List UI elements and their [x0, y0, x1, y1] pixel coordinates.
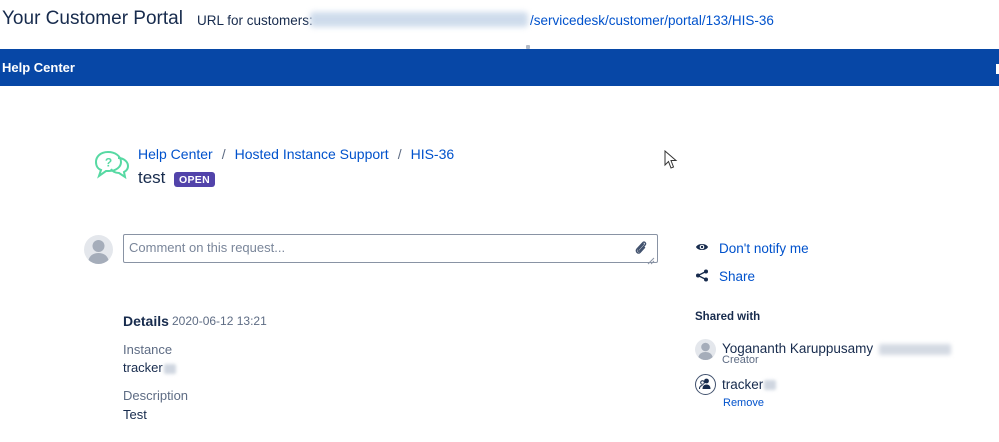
question-bubble-icon: ?: [94, 150, 130, 185]
status-badge: OPEN: [174, 172, 215, 187]
svg-text:?: ?: [105, 156, 112, 170]
field-label-instance: Instance: [123, 342, 173, 357]
mouse-cursor-icon: [664, 149, 678, 175]
field-value-description: Test: [123, 407, 147, 422]
breadcrumb-separator: /: [221, 146, 226, 162]
help-center-navbar: [0, 49, 999, 86]
instance-value: tracker: [123, 360, 163, 375]
textarea-resize-grip[interactable]: [647, 252, 655, 270]
breadcrumb-help-center[interactable]: Help Center: [138, 146, 213, 162]
breadcrumb-hosted-instance-support[interactable]: Hosted Instance Support: [235, 146, 389, 162]
organization-icon: [695, 374, 716, 395]
details-heading: Details: [123, 313, 169, 329]
share-icon: [695, 269, 709, 285]
share-label[interactable]: Share: [719, 269, 755, 284]
request-title: test: [138, 168, 166, 187]
eye-icon: [695, 241, 709, 256]
url-host-redacted: [310, 12, 528, 27]
comment-field[interactable]: [123, 234, 658, 263]
breadcrumb-separator: /: [397, 146, 402, 162]
url-label: URL for customers:: [197, 13, 313, 28]
organization-name: tracker: [722, 377, 777, 392]
portal-title: Your Customer Portal: [2, 8, 183, 29]
user-avatar: [84, 235, 113, 264]
breadcrumb-issue-key[interactable]: HIS-36: [411, 146, 455, 162]
comment-input[interactable]: [124, 235, 619, 260]
organization-name-text: tracker: [722, 377, 764, 392]
remove-organization-link[interactable]: Remove: [723, 397, 764, 409]
participant-avatar: [695, 339, 716, 360]
dont-notify-label[interactable]: Don't notify me: [719, 241, 809, 256]
redacted-text: [163, 363, 176, 374]
field-label-description: Description: [123, 388, 189, 403]
redacted-text: [879, 343, 952, 355]
redacted-text: [764, 380, 777, 391]
breadcrumb: Help Center / Hosted Instance Support / HIS-…: [138, 146, 454, 162]
field-value-instance: tracker: [123, 360, 176, 375]
details-date: 2020-06-12 13:21: [172, 314, 267, 328]
participant-role: Creator: [722, 354, 759, 366]
help-center-link[interactable]: Help Center: [2, 60, 75, 75]
customer-url-link[interactable]: /servicedesk/customer/portal/133/HIS-36: [530, 13, 774, 28]
attachment-icon[interactable]: [635, 240, 647, 260]
shared-with-heading: Shared with: [695, 311, 761, 323]
